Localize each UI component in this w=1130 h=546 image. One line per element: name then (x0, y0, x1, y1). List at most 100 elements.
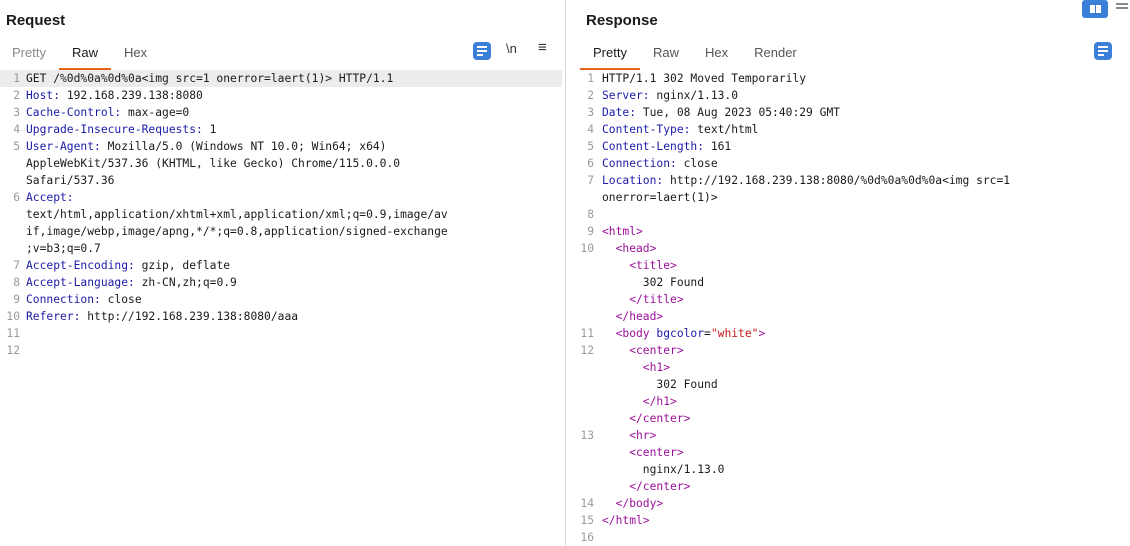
wrap-lines-icon[interactable] (1094, 42, 1112, 60)
code-line: nginx/1.13.0 (572, 461, 1130, 478)
code-token: = (704, 327, 711, 340)
code-text: <h1> (602, 359, 1130, 376)
code-token: Host: (26, 89, 61, 102)
code-text: </html> (602, 512, 1130, 529)
pane-divider[interactable] (565, 0, 566, 546)
code-line: 1 HTTP/1.1 302 Moved Temporarily (572, 70, 1130, 87)
request-editor[interactable]: 1 GET /%0d%0a%0d%0a<img src=1 onerror=lae… (0, 70, 562, 359)
code-text: Safari/537.36 (26, 172, 562, 189)
line-number: 5 (587, 140, 594, 153)
tab-pretty[interactable]: Pretty (0, 44, 59, 66)
code-token: </center> (602, 412, 691, 425)
code-token: 302 Found (602, 276, 705, 289)
newline-toggle-button[interactable]: \n (506, 41, 517, 56)
code-text: </h1> (602, 393, 1130, 410)
line-number: 15 (580, 514, 594, 527)
code-line: 12 (0, 342, 562, 359)
code-line: ;v=b3;q=0.7 (0, 240, 562, 257)
menu-icon[interactable]: ≡ (538, 39, 547, 56)
code-token: <h1> (602, 361, 671, 374)
line-number (572, 478, 602, 495)
code-line: <h1> (572, 359, 1130, 376)
code-text: Server: nginx/1.13.0 (602, 87, 1130, 104)
code-text: Connection: close (602, 155, 1130, 172)
code-text: Connection: close (26, 291, 562, 308)
code-token: AppleWebKit/537.36 (KHTML, like Gecko) C… (26, 157, 401, 170)
code-text: <center> (602, 342, 1130, 359)
code-token: GET /%0d%0a%0d%0a<img src=1 onerror=laer… (26, 72, 394, 85)
code-token: <head> (602, 242, 657, 255)
request-pane: Request Pretty Raw Hex \n ≡ 1 GET /%0d%0a… (0, 0, 562, 546)
response-title: Response (586, 12, 658, 29)
line-number (572, 410, 602, 427)
tab-render[interactable]: Render (741, 44, 810, 66)
code-text: GET /%0d%0a%0d%0a<img src=1 onerror=laer… (26, 70, 562, 87)
code-text: Accept-Encoding: gzip, deflate (26, 257, 562, 274)
code-text: </center> (602, 478, 1130, 495)
line-number (572, 461, 602, 478)
code-token: max-age=0 (121, 106, 190, 119)
response-pane: Response Pretty Raw Hex Render 1 HTTP/1.1… (572, 0, 1130, 546)
code-line: onerror=laert(1)> (572, 189, 1130, 206)
tab-raw[interactable]: Raw (640, 44, 692, 66)
line-number: 3 (13, 106, 20, 119)
tab-raw[interactable]: Raw (58, 44, 111, 70)
line-number (572, 376, 602, 393)
code-line: 10 <head> (572, 240, 1130, 257)
line-number (572, 359, 602, 376)
line-number: 9 (13, 293, 20, 306)
layout-toggle-icon[interactable] (1082, 0, 1108, 18)
wrap-lines-icon[interactable] (473, 42, 491, 60)
line-number (0, 206, 26, 223)
code-line: 8 Accept-Language: zh-CN,zh;q=0.9 (0, 274, 562, 291)
code-token: Mozilla/5.0 (Windows NT 10.0; Win64; x64… (100, 140, 387, 153)
code-token: text/html,application/xhtml+xml,applicat… (26, 208, 448, 221)
code-line: 13 <hr> (572, 427, 1130, 444)
tab-hex[interactable]: Hex (111, 44, 160, 66)
line-number: 2 (13, 89, 20, 102)
code-line: 8 (572, 206, 1130, 223)
response-editor[interactable]: 1 HTTP/1.1 302 Moved Temporarily 2 Server: … (572, 70, 1130, 546)
code-line: </head> (572, 308, 1130, 325)
code-token: <title> (602, 259, 677, 272)
code-token: Referer: (26, 310, 81, 323)
code-line: 9 Connection: close (0, 291, 562, 308)
code-token: 302 Found (602, 378, 718, 391)
code-token: Connection: (602, 157, 677, 170)
code-token: 192.168.239.138:8080 (60, 89, 203, 102)
code-line: </center> (572, 410, 1130, 427)
line-number: 7 (13, 259, 20, 272)
code-text: AppleWebKit/537.36 (KHTML, like Gecko) C… (26, 155, 562, 172)
line-number (0, 240, 26, 257)
line-number: 2 (587, 89, 594, 102)
code-token: Accept-Language: (26, 276, 135, 289)
code-line: 14 </body> (572, 495, 1130, 512)
code-token: Date: (602, 106, 637, 119)
code-token: </html> (602, 514, 650, 527)
code-token: Location: (602, 174, 664, 187)
line-number: 12 (6, 344, 20, 357)
code-token: http://192.168.239.138:8080/aaa (80, 310, 299, 323)
code-line: 9 <html> (572, 223, 1130, 240)
code-token: Content-Length: (602, 140, 705, 153)
code-text: nginx/1.13.0 (602, 461, 1130, 478)
tab-hex[interactable]: Hex (692, 44, 741, 66)
code-text: 302 Found (602, 274, 1130, 291)
code-line: </h1> (572, 393, 1130, 410)
code-token: > (758, 327, 766, 340)
code-token: "white" (710, 327, 759, 340)
code-line: 3 Date: Tue, 08 Aug 2023 05:40:29 GMT (572, 104, 1130, 121)
line-number: 3 (587, 106, 594, 119)
layout-list-icon[interactable] (1116, 3, 1128, 15)
line-number (572, 274, 602, 291)
line-number: 11 (580, 327, 594, 340)
tab-pretty[interactable]: Pretty (580, 44, 640, 70)
code-text: <html> (602, 223, 1130, 240)
code-text: onerror=laert(1)> (602, 189, 1130, 206)
code-text: ;v=b3;q=0.7 (26, 240, 562, 257)
code-token: zh-CN,zh;q=0.9 (134, 276, 237, 289)
code-token: bgcolor (656, 327, 705, 340)
code-token: nginx/1.13.0 (602, 463, 725, 476)
